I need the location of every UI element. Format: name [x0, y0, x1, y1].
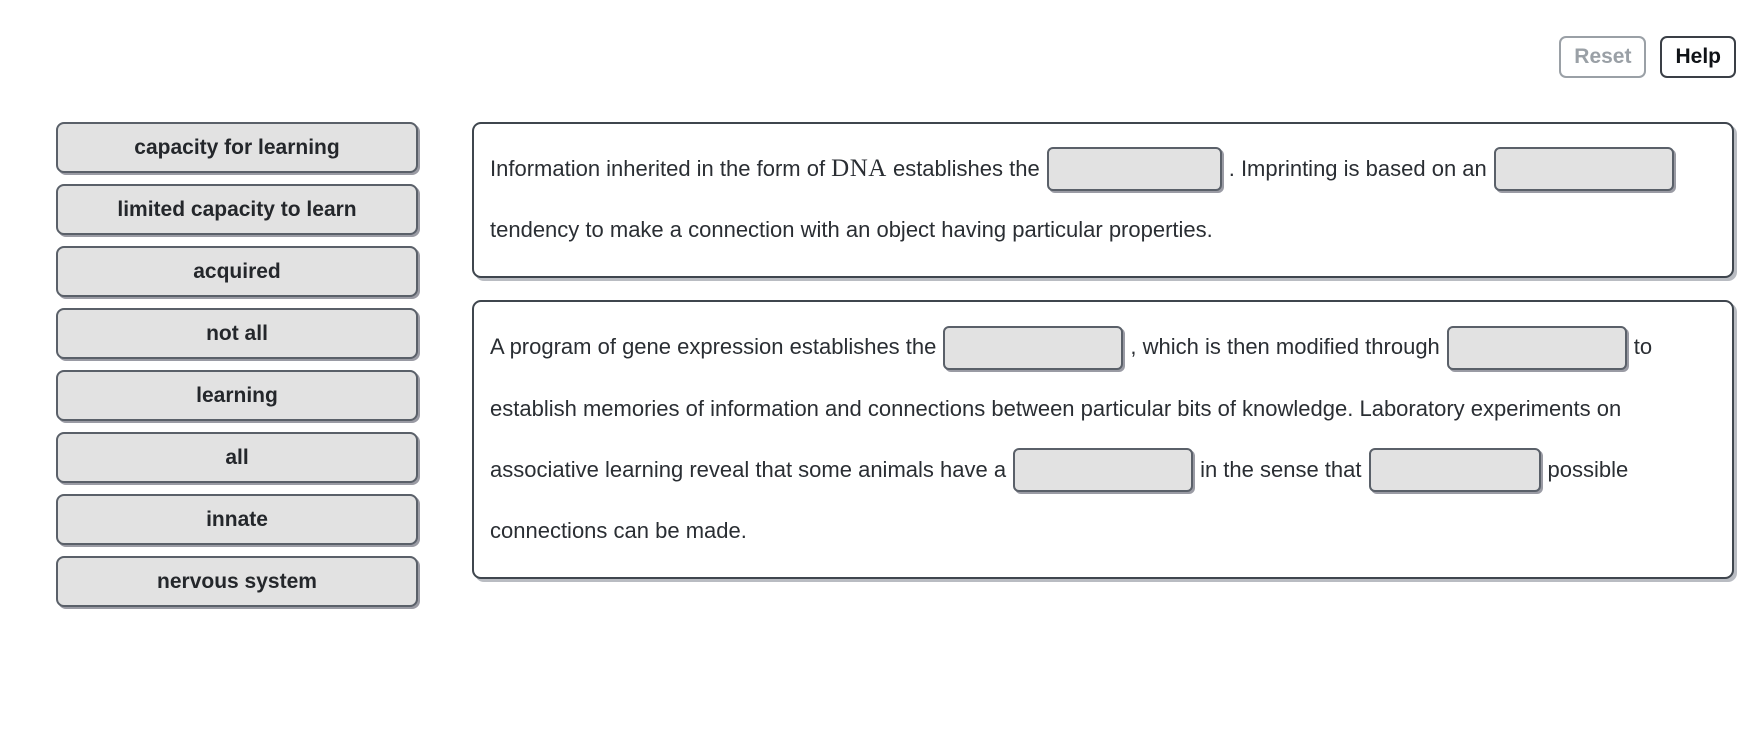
sentence-text: , which is then modified through — [1130, 334, 1440, 360]
workspace: capacity for learning limited capacity t… — [0, 122, 1760, 607]
reset-button[interactable]: Reset — [1559, 36, 1647, 78]
drop-blank[interactable] — [943, 325, 1124, 370]
word-bank: capacity for learning limited capacity t… — [0, 122, 418, 607]
word-tile-label: nervous system — [157, 569, 317, 593]
drop-blank[interactable] — [1368, 447, 1541, 492]
word-tile-label: not all — [206, 321, 268, 345]
sentence-text: Information inherited in the form of — [490, 156, 832, 182]
word-tile-label: capacity for learning — [134, 135, 340, 159]
word-tile-label: acquired — [193, 259, 281, 283]
sentence-panels: Information inherited in the form of DNA… — [418, 122, 1760, 580]
drop-blank[interactable] — [1046, 147, 1222, 192]
sentence-text: establishes the — [886, 156, 1040, 182]
word-tile[interactable]: all — [56, 432, 418, 483]
help-button[interactable]: Help — [1660, 36, 1736, 78]
sentence-text-dna: DNA — [831, 155, 887, 183]
drop-blank[interactable] — [1493, 147, 1674, 192]
word-tile[interactable]: learning — [56, 370, 418, 421]
word-tile[interactable]: not all — [56, 308, 418, 359]
sentence-text: in the sense that — [1200, 456, 1362, 482]
sentence-run: Information inherited in the form of DNA… — [490, 147, 1681, 243]
sentence-run: A program of gene expression establishes… — [490, 325, 1652, 543]
word-tile[interactable]: capacity for learning — [56, 122, 418, 173]
drop-blank[interactable] — [1013, 447, 1194, 492]
sentence-text: A program of gene expression establishes… — [490, 334, 937, 360]
drop-blank[interactable] — [1446, 325, 1627, 370]
word-tile-label: all — [225, 445, 249, 469]
word-tile[interactable]: nervous system — [56, 556, 418, 607]
word-tile-label: learning — [196, 383, 278, 407]
sentence-panel: Information inherited in the form of DNA… — [472, 122, 1734, 279]
sentence-panel: A program of gene expression establishes… — [472, 300, 1734, 580]
word-tile[interactable]: acquired — [56, 246, 418, 297]
top-toolbar: Reset Help — [1559, 36, 1736, 78]
word-tile-label: limited capacity to learn — [117, 197, 357, 221]
sentence-text: tendency to make a connection with an ob… — [490, 217, 1213, 243]
word-tile-label: innate — [206, 507, 268, 531]
word-tile[interactable]: innate — [56, 494, 418, 545]
word-tile[interactable]: limited capacity to learn — [56, 184, 418, 235]
sentence-text: . Imprinting is based on an — [1228, 156, 1487, 182]
